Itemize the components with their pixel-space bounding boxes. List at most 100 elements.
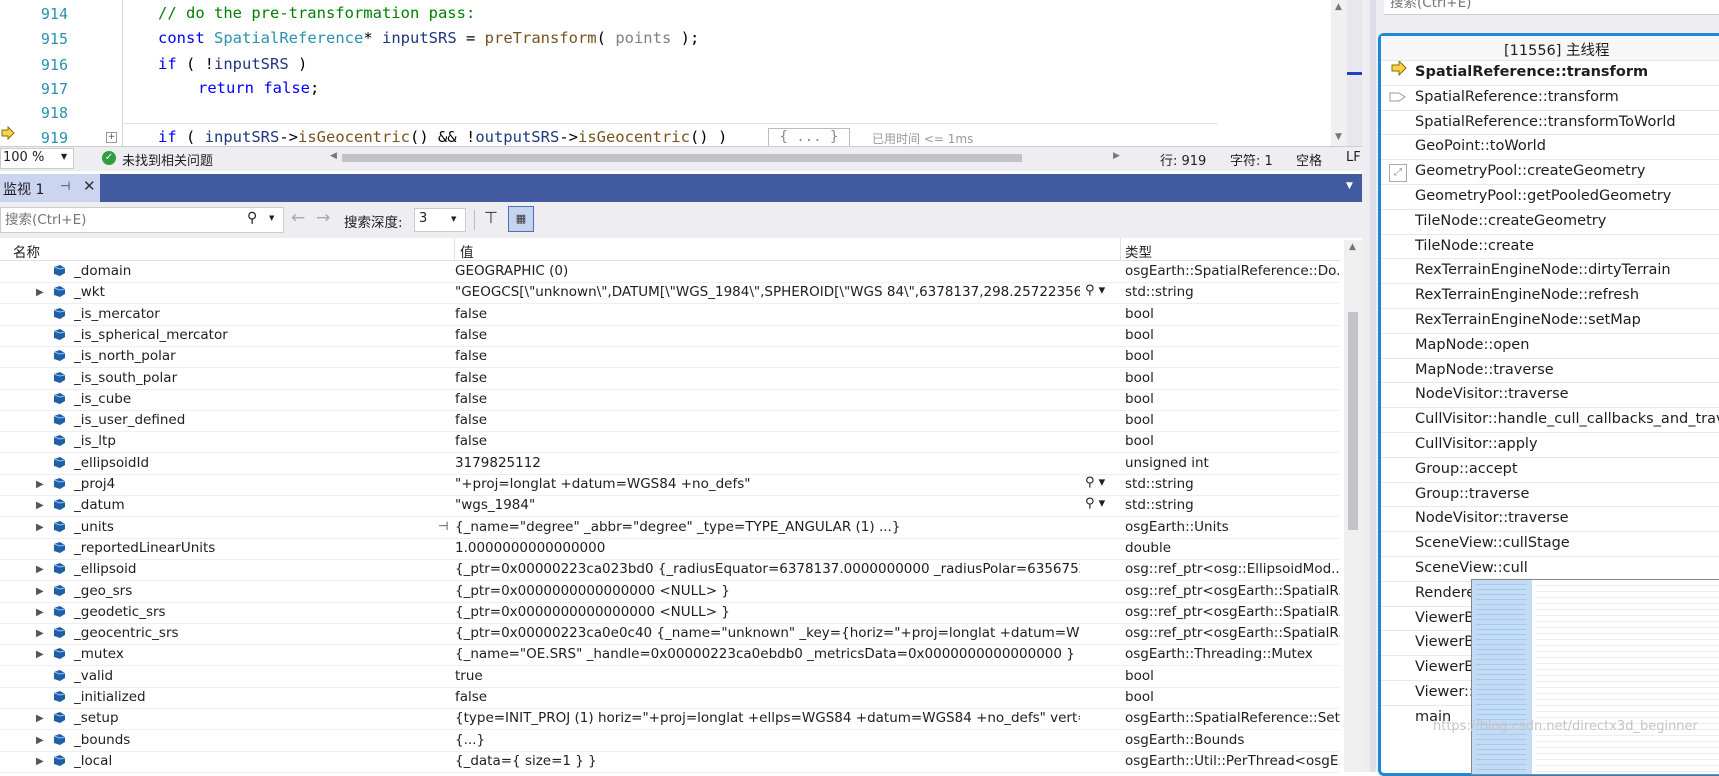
watch-row[interactable]: ▶ _ellipsoid {_ptr=0x00000223ca023bd0 {_ra…: [0, 559, 1340, 582]
line-indicator[interactable]: 行: 919: [1160, 150, 1206, 169]
watch-row[interactable]: ▶ _bounds {...} osgEarth::Bounds: [0, 730, 1340, 752]
call-stack-frame[interactable]: CullVisitor::handle_cull_callbacks_and_t…: [1415, 411, 1719, 427]
call-stack-frame[interactable]: RexTerrainEngineNode::refresh: [1415, 287, 1639, 303]
scroll-up-arrow-icon[interactable]: ▲: [1349, 242, 1356, 252]
scroll-right-arrow-icon[interactable]: ▶: [1113, 151, 1120, 161]
watch-value[interactable]: {_ptr=0x0000000000000000 <NULL> }: [455, 604, 1080, 620]
visualizer-search-icon[interactable]: ⚲ ▾: [1085, 496, 1105, 511]
watch-value[interactable]: false: [455, 370, 1080, 386]
pin-icon[interactable]: ⊣: [60, 179, 70, 193]
watch-value[interactable]: false: [455, 348, 1080, 364]
call-stack-frame[interactable]: NodeVisitor::traverse: [1415, 386, 1569, 402]
watch-row[interactable]: _ellipsoidId 3179825112 unsigned int: [0, 453, 1340, 475]
watch-search-box[interactable]: ⚲ ▼: [0, 207, 284, 233]
right-search-input[interactable]: [1388, 0, 1692, 14]
scroll-thumb[interactable]: [342, 154, 1022, 162]
scroll-up-arrow-icon[interactable]: ▲: [1335, 2, 1342, 12]
watch-row[interactable]: _initialized false bool: [0, 687, 1340, 709]
code-editor[interactable]: 914 // do the pre-transformation pass: 9…: [0, 0, 1218, 146]
right-search-box[interactable]: [1384, 0, 1719, 15]
watch-value[interactable]: false: [455, 306, 1080, 322]
watch-value[interactable]: false: [455, 689, 1080, 705]
expand-arrow-icon[interactable]: ▶: [36, 287, 44, 298]
watch-row[interactable]: ▶ _setup {type=INIT_PROJ (1) horiz="+proj=…: [0, 708, 1340, 731]
call-stack-frame[interactable]: TileNode::createGeometry: [1415, 213, 1606, 229]
watch-row[interactable]: _is_ltp false bool: [0, 431, 1340, 454]
call-stack-frame[interactable]: MapNode::traverse: [1415, 362, 1554, 378]
expand-arrow-icon[interactable]: ▶: [36, 564, 44, 575]
call-stack-frame[interactable]: SpatialReference::transform: [1415, 64, 1648, 80]
watch-search-input[interactable]: [3, 210, 237, 230]
watch-value[interactable]: false: [455, 327, 1080, 343]
issues-status[interactable]: 未找到相关问题: [122, 150, 213, 169]
call-stack-frame[interactable]: Group::traverse: [1415, 486, 1529, 502]
expand-arrow-icon[interactable]: ▶: [36, 522, 44, 533]
watch-row[interactable]: ▶ _mutex {_name="OE.SRS" _handle=0x0000022…: [0, 644, 1340, 667]
expand-arrow-icon[interactable]: ▶: [36, 479, 44, 490]
expand-arrow-icon[interactable]: ▶: [36, 607, 44, 618]
chevron-down-icon[interactable]: ▼: [269, 214, 274, 222]
watch-row[interactable]: ▶ _local {_data={ size=1 } } osgEarth::Util…: [0, 751, 1340, 773]
filter-icon[interactable]: ⊤: [484, 208, 498, 227]
watch-value[interactable]: 3179825112: [455, 455, 1080, 471]
collapsed-block[interactable]: { ... }: [768, 128, 850, 146]
watch-row[interactable]: _is_spherical_mercator false bool: [0, 325, 1340, 347]
watch-row[interactable]: ▶ _datum "wgs_1984" ⚲ ▾ std::string: [0, 495, 1340, 518]
column-header-name[interactable]: 名称: [13, 241, 40, 261]
collapse-toggle-icon[interactable]: +: [106, 132, 117, 143]
watch-value[interactable]: "GEOGCS[\"unknown\",DATUM[\"WGS_1984\",S…: [455, 284, 1080, 300]
call-stack-frame[interactable]: RexTerrainEngineNode::dirtyTerrain: [1415, 262, 1671, 278]
column-header-value[interactable]: 值: [460, 241, 474, 261]
watch-row[interactable]: _reportedLinearUnits 1.0000000000000000 do…: [0, 538, 1340, 560]
back-arrow-icon[interactable]: ←: [291, 208, 305, 228]
call-stack-frame[interactable]: Group::accept: [1415, 461, 1518, 477]
scroll-left-arrow-icon[interactable]: ◀: [330, 151, 337, 161]
watch-value[interactable]: {_data={ size=1 } }: [455, 753, 1080, 769]
expand-arrow-icon[interactable]: ▶: [36, 500, 44, 511]
expand-arrow-icon[interactable]: ▶: [36, 713, 44, 724]
panel-menu-chevron-icon[interactable]: ▼: [1346, 181, 1353, 191]
watch-value[interactable]: false: [455, 391, 1080, 407]
watch-row[interactable]: _is_cube false bool: [0, 389, 1340, 411]
watch-value[interactable]: false: [455, 433, 1080, 449]
call-stack-frame[interactable]: TileNode::create: [1415, 238, 1534, 254]
watch-row[interactable]: ▶ _geodetic_srs {_ptr=0x0000000000000000 <…: [0, 602, 1340, 624]
watch-value[interactable]: {_ptr=0x00000223ca0e0c40 {_name="unknown…: [455, 625, 1080, 641]
expand-icon[interactable]: ⤢: [1389, 164, 1407, 182]
watch-row[interactable]: ▶ _proj4 "+proj=longlat +datum=WGS84 +no_d…: [0, 474, 1340, 496]
watch-row[interactable]: ▶ _units {_name="degree" _abbr="degree" _t…: [0, 517, 1340, 539]
watch-value[interactable]: 1.0000000000000000: [455, 540, 1080, 556]
visualizer-search-icon[interactable]: ⚲ ▾: [1085, 475, 1105, 490]
call-stack-frame[interactable]: GeometryPool::createGeometry: [1415, 163, 1645, 179]
column-header-type[interactable]: 类型: [1125, 241, 1152, 261]
horizontal-scrollbar[interactable]: ◀ ▶: [330, 151, 1120, 163]
watch-value[interactable]: true: [455, 668, 1080, 684]
collapse-side-icon[interactable]: [1370, 0, 1376, 772]
watch-value[interactable]: {...}: [455, 732, 1080, 748]
call-stack-frame[interactable]: SceneView::cullStage: [1415, 535, 1570, 551]
call-stack-frame[interactable]: SceneView::cull: [1415, 560, 1528, 576]
watch-value[interactable]: GEOGRAPHIC (0): [455, 263, 1080, 279]
zoom-dropdown[interactable]: 100 % ▼: [0, 148, 74, 169]
visualizer-search-icon[interactable]: ⚲ ▾: [1085, 283, 1105, 298]
watch-row[interactable]: ▶ _geo_srs {_ptr=0x0000000000000000 <NULL>…: [0, 581, 1340, 603]
watch-row[interactable]: _is_south_polar false bool: [0, 368, 1340, 390]
call-stack-frame[interactable]: SpatialReference::transformToWorld: [1415, 114, 1676, 130]
watch-value[interactable]: {type=INIT_PROJ (1) horiz="+proj=longlat…: [455, 710, 1080, 726]
expand-arrow-icon[interactable]: ▶: [36, 628, 44, 639]
editor-vertical-scrollbar[interactable]: ▲ ▼: [1331, 0, 1347, 146]
call-stack-frame[interactable]: CullVisitor::apply: [1415, 436, 1538, 452]
whitespace-indicator[interactable]: 空格: [1296, 150, 1322, 169]
expand-arrow-icon[interactable]: ▶: [36, 756, 44, 767]
eol-indicator[interactable]: LF: [1346, 150, 1361, 165]
scroll-down-arrow-icon[interactable]: ▼: [1335, 132, 1342, 142]
watch-row[interactable]: _domain GEOGRAPHIC (0) osgEarth::SpatialRe…: [0, 261, 1340, 283]
watch-value[interactable]: {_name="OE.SRS" _handle=0x00000223ca0ebd…: [455, 646, 1080, 662]
watch-value[interactable]: {_name="degree" _abbr="degree" _type=TYP…: [455, 519, 1080, 535]
watch-row[interactable]: ▶ _geocentric_srs {_ptr=0x00000223ca0e0c40…: [0, 623, 1340, 646]
watch-value[interactable]: false: [455, 412, 1080, 428]
call-stack-frame[interactable]: SpatialReference::transform: [1415, 89, 1619, 105]
call-stack-frame[interactable]: NodeVisitor::traverse: [1415, 510, 1569, 526]
watch-row[interactable]: _valid true bool: [0, 666, 1340, 688]
call-stack-frame[interactable]: GeometryPool::getPooledGeometry: [1415, 188, 1671, 204]
